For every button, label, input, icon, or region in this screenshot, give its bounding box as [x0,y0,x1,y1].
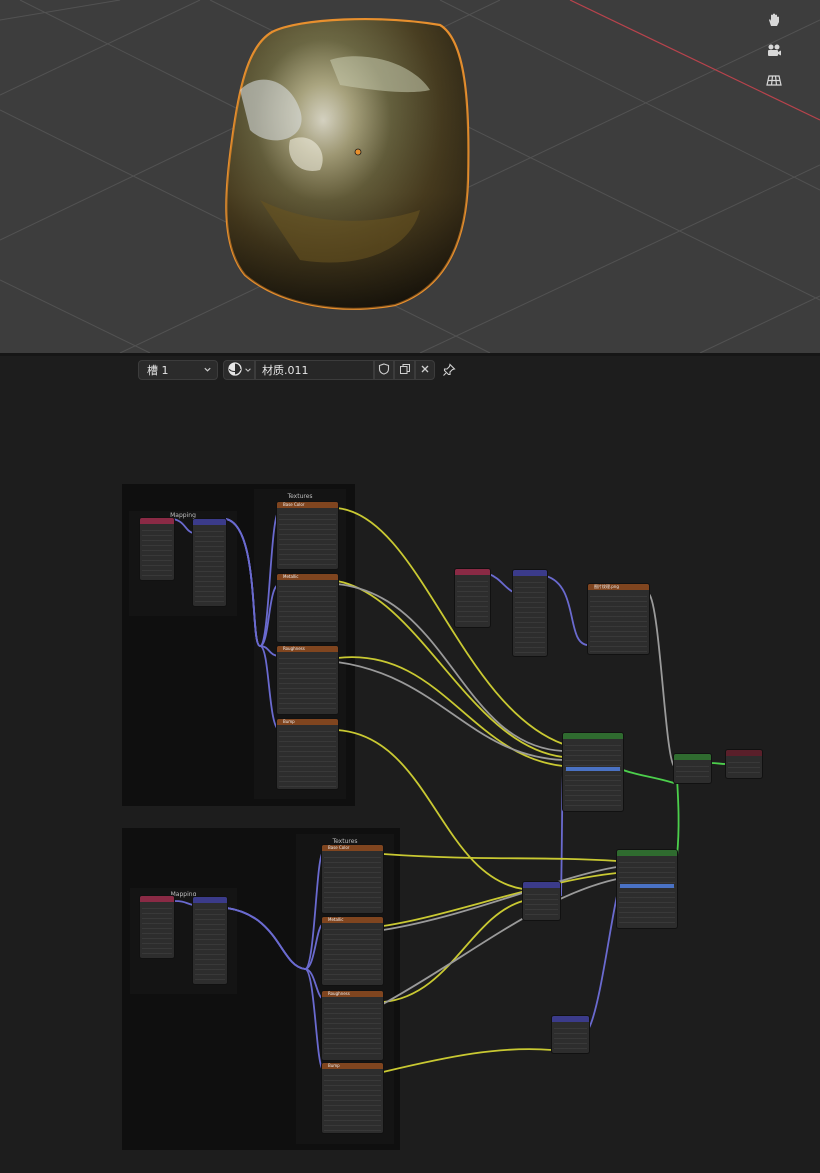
node-sockets [525,890,558,918]
node-header [140,896,174,902]
node-sockets [195,527,224,604]
node-header: Metallic [322,917,383,923]
node-header: Bump [322,1063,383,1069]
grid-view-icon[interactable] [766,72,794,98]
node-sockets [279,510,336,567]
node-header: Metallic [277,574,338,580]
node-sockets [457,577,488,625]
node-sockets [565,741,621,809]
texture-coordinate-node[interactable] [140,896,174,958]
object-origin [354,148,362,156]
bump-node[interactable] [552,1016,589,1053]
selected-socket-field [566,767,620,771]
material-output-node[interactable] [726,750,762,778]
viewport-scene [0,0,820,353]
node-header [563,733,623,739]
mapping-node[interactable] [193,897,227,984]
selected-socket-field [620,884,674,888]
node-header [726,750,762,756]
shader-node-editor[interactable]: 槽 1 材质.011 Mapping Textures Mapping Text… [0,356,820,1173]
node-sockets [324,925,381,983]
image-texture-node[interactable]: Roughness [277,646,338,714]
image-texture-node[interactable]: Bump [322,1063,383,1133]
image-texture-node[interactable]: Bump [277,719,338,789]
3d-viewport[interactable] [0,0,820,353]
node-sockets [279,582,336,640]
node-header [674,754,711,760]
principled-bsdf-node[interactable] [617,850,677,928]
node-header: Base Color [322,845,383,851]
texture-coordinate-node[interactable] [140,518,174,580]
image-texture-node[interactable]: 图片纹理.png [588,584,649,654]
mapping-node[interactable] [513,570,547,656]
mix-shader-node[interactable] [674,754,711,783]
node-sockets [279,727,336,787]
node-header [513,570,547,576]
camera-icon[interactable] [766,42,794,68]
node-header [140,518,174,524]
node-header: 图片纹理.png [588,584,649,590]
image-texture-node[interactable]: Base Color [277,502,338,569]
node-header: Roughness [322,991,383,997]
node-sockets [676,762,709,781]
node-sockets [279,654,336,712]
node-header: Roughness [277,646,338,652]
node-sockets [515,578,545,654]
image-texture-node[interactable]: Base Color [322,845,383,913]
node-header [523,882,560,888]
node-sockets [142,904,172,956]
node-sockets [142,526,172,578]
node-sockets [324,853,381,911]
node-sockets [619,858,675,926]
node-sockets [554,1024,587,1051]
node-header [193,519,226,525]
node-sockets [728,758,760,776]
hand-pan-icon[interactable] [766,12,794,38]
node-sockets [590,592,647,652]
image-texture-node[interactable]: Roughness [322,991,383,1060]
node-header [193,897,227,903]
node-sockets [324,1071,381,1131]
principled-bsdf-node[interactable] [563,733,623,811]
node-header [455,569,490,575]
node-header [552,1016,589,1022]
image-texture-node[interactable]: Metallic [277,574,338,642]
node-header: Base Color [277,502,338,508]
node-sockets [324,999,381,1058]
node-sockets [195,905,225,982]
node-header: Bump [277,719,338,725]
node-header [617,850,677,856]
image-texture-node[interactable]: Metallic [322,917,383,985]
texture-coordinate-node[interactable] [455,569,490,627]
bump-node[interactable] [523,882,560,920]
mapping-node[interactable] [193,519,226,606]
